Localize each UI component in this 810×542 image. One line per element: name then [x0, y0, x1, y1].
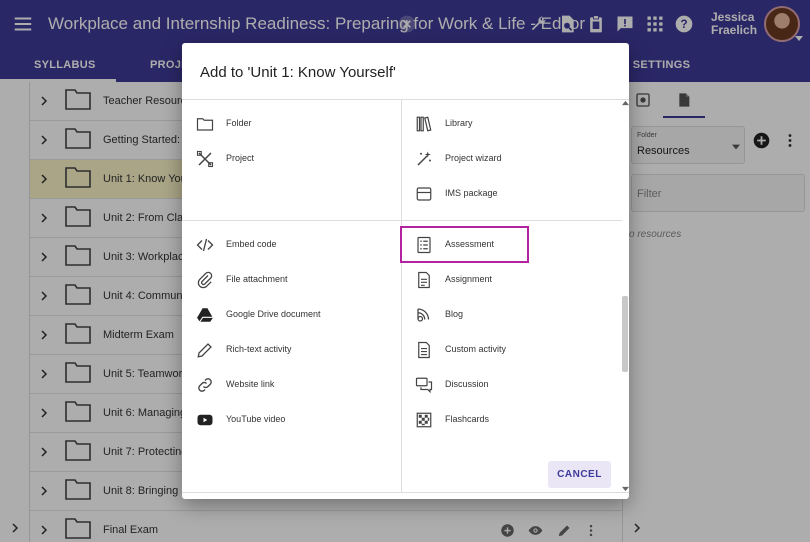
code-icon — [196, 238, 214, 252]
option-project-wizard[interactable]: Project wizard — [415, 149, 605, 169]
paperclip-icon — [197, 271, 213, 289]
cancel-button[interactable]: CANCEL — [548, 461, 611, 488]
library-icon — [416, 116, 432, 132]
link-icon — [198, 378, 212, 392]
google-drive-icon — [196, 307, 214, 323]
package-icon — [416, 187, 432, 201]
assignment-icon — [418, 271, 430, 289]
column-divider — [401, 100, 402, 492]
custom-activity-icon — [418, 341, 430, 359]
option-assignment[interactable]: Assignment — [415, 270, 605, 290]
option-custom-activity[interactable]: Custom activity — [415, 340, 605, 360]
assessment-highlight — [400, 226, 529, 263]
pencil-icon — [197, 343, 212, 358]
option-google-drive-document[interactable]: Google Drive document — [196, 305, 386, 325]
option-discussion[interactable]: Discussion — [415, 375, 605, 395]
wizard-icon — [417, 151, 431, 166]
option-folder[interactable]: Folder — [196, 114, 386, 134]
project-icon — [196, 150, 214, 168]
section-divider — [182, 220, 622, 221]
youtube-icon — [197, 414, 213, 426]
option-flashcards[interactable]: Flashcards — [415, 410, 605, 430]
option-rich-text-activity[interactable]: Rich-text activity — [196, 340, 386, 360]
folder-icon — [196, 118, 214, 131]
dialog-body: Folder Project Library Project wizard IMS pa… — [182, 99, 629, 493]
option-website-link[interactable]: Website link — [196, 375, 386, 395]
blog-icon — [417, 308, 430, 322]
option-file-attachment[interactable]: File attachment — [196, 270, 386, 290]
option-library[interactable]: Library — [415, 114, 605, 134]
add-content-dialog: Add to 'Unit 1: Know Yourself' Folder Pro… — [182, 43, 629, 499]
discussion-icon — [415, 377, 433, 394]
option-ims-package[interactable]: IMS package — [415, 184, 605, 204]
scrollbar-thumb[interactable] — [622, 296, 628, 372]
option-youtube-video[interactable]: YouTube video — [196, 410, 386, 430]
option-project[interactable]: Project — [196, 149, 386, 169]
scroll-down-icon[interactable] — [622, 486, 629, 492]
flashcards-icon — [416, 412, 432, 428]
scroll-up-icon[interactable] — [622, 100, 629, 106]
dialog-title: Add to 'Unit 1: Know Yourself' — [200, 64, 396, 81]
option-embed-code[interactable]: Embed code — [196, 235, 386, 255]
option-blog[interactable]: Blog — [415, 305, 605, 325]
